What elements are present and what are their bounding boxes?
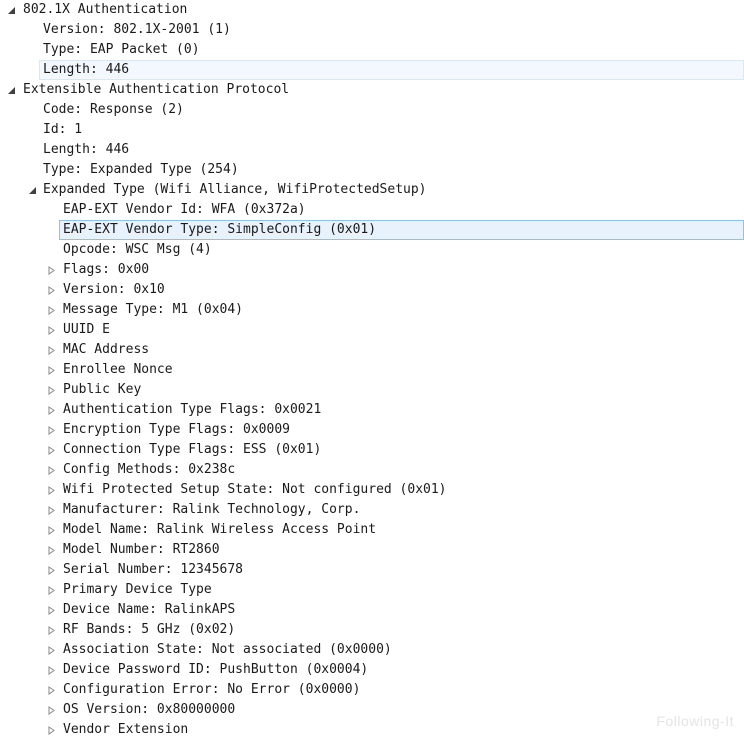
collapsed-triangle-icon[interactable]: [45, 480, 57, 500]
collapsed-triangle-icon[interactable]: [45, 280, 57, 300]
collapsed-triangle-icon[interactable]: [45, 560, 57, 580]
tree-node-wsc-attribute[interactable]: Vendor Extension: [0, 720, 744, 740]
node-label: Enrollee Nonce: [63, 362, 173, 377]
collapsed-triangle-icon[interactable]: [45, 520, 57, 540]
tree-node-wsc-attribute[interactable]: RF Bands: 5 GHz (0x02): [0, 620, 744, 640]
tree-node-eap[interactable]: Extensible Authentication Protocol: [0, 80, 744, 100]
field-eap-length[interactable]: Length: 446: [0, 140, 744, 160]
node-label: Device Password ID: PushButton (0x0004): [63, 662, 369, 677]
field-eapol-type[interactable]: Type: EAP Packet (0): [0, 40, 744, 60]
node-label: Public Key: [63, 382, 142, 397]
node-label: MAC Address: [63, 342, 150, 357]
node-label: Config Methods: 0x238c: [63, 462, 236, 477]
expanded-triangle-icon[interactable]: [26, 180, 38, 200]
field-eap-id[interactable]: Id: 1: [0, 120, 744, 140]
collapsed-triangle-icon[interactable]: [45, 580, 57, 600]
node-label: Model Name: Ralink Wireless Access Point: [63, 522, 377, 537]
collapsed-triangle-icon[interactable]: [45, 620, 57, 640]
node-label: Message Type: M1 (0x04): [63, 302, 244, 317]
field-opcode[interactable]: Opcode: WSC Msg (4): [0, 240, 744, 260]
collapsed-triangle-icon[interactable]: [45, 440, 57, 460]
tree-node-wsc-attribute[interactable]: Device Name: RalinkAPS: [0, 600, 744, 620]
collapsed-triangle-icon[interactable]: [45, 420, 57, 440]
collapsed-triangle-icon[interactable]: [45, 720, 57, 740]
tree-node-wsc-attribute[interactable]: Flags: 0x00: [0, 260, 744, 280]
collapsed-triangle-icon[interactable]: [45, 340, 57, 360]
tree-node-wsc-attribute[interactable]: MAC Address: [0, 340, 744, 360]
node-label: Wifi Protected Setup State: Not configur…: [63, 482, 447, 497]
tree-node-wsc-attribute[interactable]: Message Type: M1 (0x04): [0, 300, 744, 320]
collapsed-triangle-icon[interactable]: [45, 300, 57, 320]
tree-node-wsc-attribute[interactable]: Primary Device Type: [0, 580, 744, 600]
tree-node-wsc-attribute[interactable]: Config Methods: 0x238c: [0, 460, 744, 480]
tree-node-wsc-attribute[interactable]: OS Version: 0x80000000: [0, 700, 744, 720]
collapsed-triangle-icon[interactable]: [45, 320, 57, 340]
tree-node-wsc-attribute[interactable]: Configuration Error: No Error (0x0000): [0, 680, 744, 700]
tree-node-wsc-attribute[interactable]: Encryption Type Flags: 0x0009: [0, 420, 744, 440]
packet-details-tree: 802.1X Authentication Version: 802.1X-20…: [0, 0, 744, 740]
field-vendor-id[interactable]: EAP-EXT Vendor Id: WFA (0x372a): [0, 200, 744, 220]
expanded-triangle-icon[interactable]: [5, 0, 17, 20]
tree-node-wsc-attribute[interactable]: UUID E: [0, 320, 744, 340]
field-eap-code[interactable]: Code: Response (2): [0, 100, 744, 120]
node-label: Association State: Not associated (0x000…: [63, 642, 392, 657]
field-eap-type[interactable]: Type: Expanded Type (254): [0, 160, 744, 180]
expanded-triangle-icon[interactable]: [5, 80, 17, 100]
collapsed-triangle-icon[interactable]: [45, 460, 57, 480]
collapsed-triangle-icon[interactable]: [45, 400, 57, 420]
tree-node-wsc-attribute[interactable]: Connection Type Flags: ESS (0x01): [0, 440, 744, 460]
node-label: Authentication Type Flags: 0x0021: [63, 402, 322, 417]
collapsed-triangle-icon[interactable]: [45, 360, 57, 380]
node-label: Connection Type Flags: ESS (0x01): [63, 442, 322, 457]
tree-node-expanded-type[interactable]: Expanded Type (Wifi Alliance, WifiProtec…: [0, 180, 744, 200]
tree-node-wsc-attribute[interactable]: Public Key: [0, 380, 744, 400]
node-label: Version: 0x10: [63, 282, 165, 297]
field-eapol-version[interactable]: Version: 802.1X-2001 (1): [0, 20, 744, 40]
node-label: Encryption Type Flags: 0x0009: [63, 422, 290, 437]
tree-node-wsc-attribute[interactable]: Serial Number: 12345678: [0, 560, 744, 580]
node-label: Primary Device Type: [63, 582, 212, 597]
collapsed-triangle-icon[interactable]: [45, 380, 57, 400]
node-label: Extensible Authentication Protocol: [23, 82, 290, 97]
collapsed-triangle-icon[interactable]: [45, 500, 57, 520]
node-label: OS Version: 0x80000000: [63, 702, 236, 717]
tree-node-wsc-attribute[interactable]: Version: 0x10: [0, 280, 744, 300]
field-eapol-length[interactable]: Length: 446: [39, 60, 744, 80]
node-label: Manufacturer: Ralink Technology, Corp.: [63, 502, 361, 517]
watermark-text: Following-It: [656, 713, 734, 729]
collapsed-triangle-icon[interactable]: [45, 260, 57, 280]
tree-node-wsc-attribute[interactable]: Association State: Not associated (0x000…: [0, 640, 744, 660]
node-label: Expanded Type (Wifi Alliance, WifiProtec…: [43, 182, 427, 197]
node-label: 802.1X Authentication: [23, 2, 188, 17]
node-label: Model Number: RT2860: [63, 542, 220, 557]
tree-node-wsc-attribute[interactable]: Enrollee Nonce: [0, 360, 744, 380]
collapsed-triangle-icon[interactable]: [45, 680, 57, 700]
tree-node-wsc-attribute[interactable]: Device Password ID: PushButton (0x0004): [0, 660, 744, 680]
tree-node-wsc-attribute[interactable]: Wifi Protected Setup State: Not configur…: [0, 480, 744, 500]
node-label: UUID E: [63, 322, 110, 337]
collapsed-triangle-icon[interactable]: [45, 540, 57, 560]
collapsed-triangle-icon[interactable]: [45, 600, 57, 620]
collapsed-triangle-icon[interactable]: [45, 660, 57, 680]
tree-node-wsc-attribute[interactable]: Model Number: RT2860: [0, 540, 744, 560]
node-label: Configuration Error: No Error (0x0000): [63, 682, 361, 697]
tree-node-wsc-attribute[interactable]: Authentication Type Flags: 0x0021: [0, 400, 744, 420]
tree-node-wsc-attribute[interactable]: Model Name: Ralink Wireless Access Point: [0, 520, 744, 540]
node-label: Vendor Extension: [63, 722, 189, 737]
node-label: RF Bands: 5 GHz (0x02): [63, 622, 236, 637]
node-label: Flags: 0x00: [63, 262, 150, 277]
node-label: Serial Number: 12345678: [63, 562, 244, 577]
node-label: Device Name: RalinkAPS: [63, 602, 236, 617]
collapsed-triangle-icon[interactable]: [45, 640, 57, 660]
field-vendor-type-selected[interactable]: EAP-EXT Vendor Type: SimpleConfig (0x01): [59, 220, 744, 240]
tree-node-wsc-attribute[interactable]: Manufacturer: Ralink Technology, Corp.: [0, 500, 744, 520]
tree-node-eapol[interactable]: 802.1X Authentication: [0, 0, 744, 20]
collapsed-triangle-icon[interactable]: [45, 700, 57, 720]
